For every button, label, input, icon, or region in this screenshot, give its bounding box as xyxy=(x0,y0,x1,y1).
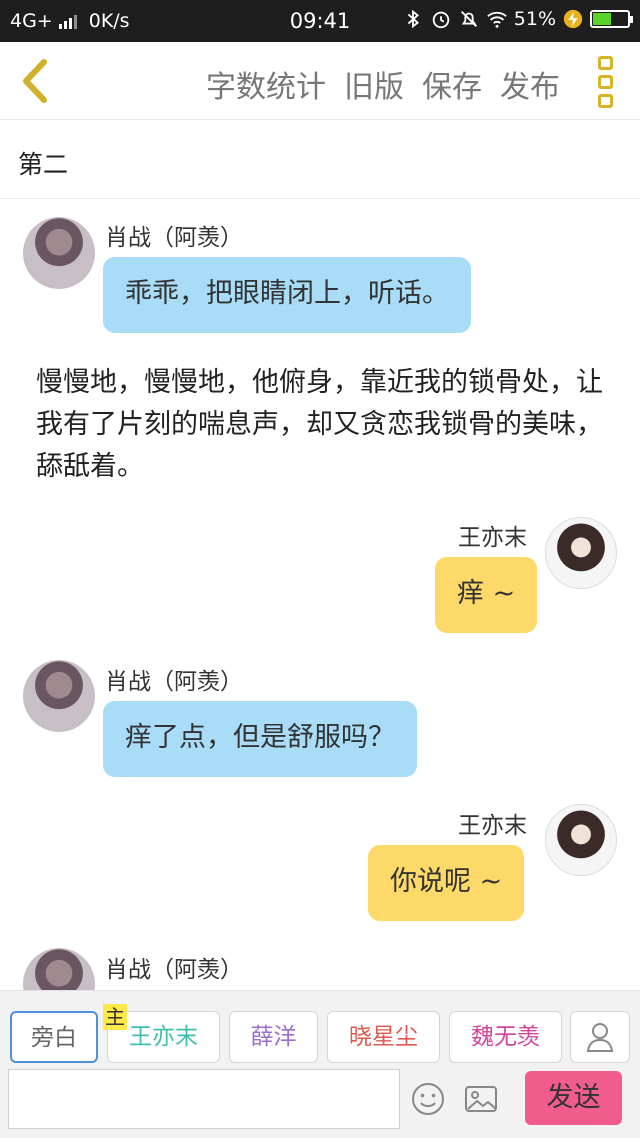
composer-bar: 旁白 王亦末 主 薛洋 晓星尘 魏无羡 发送 xyxy=(0,990,640,1138)
avatar[interactable] xyxy=(545,804,617,876)
save-button[interactable]: 保存 xyxy=(422,62,482,106)
bluetooth-icon xyxy=(407,9,419,29)
role-chip-narrator[interactable]: 旁白 xyxy=(10,1011,98,1063)
person-icon xyxy=(586,1023,614,1052)
message-bubble[interactable]: 乖乖，把眼睛闭上，听话。 xyxy=(103,257,471,333)
avatar[interactable] xyxy=(23,217,95,289)
main-role-badge: 主 xyxy=(103,1004,127,1030)
more-vertical-icon[interactable] xyxy=(598,56,616,108)
role-chip-xueyang[interactable]: 薛洋 xyxy=(229,1011,318,1063)
send-button[interactable]: 发送 xyxy=(525,1071,622,1125)
message-input[interactable] xyxy=(8,1069,400,1129)
battery-icon xyxy=(590,10,633,28)
speaker-name: 王亦末 xyxy=(458,813,527,839)
avatar[interactable] xyxy=(23,948,95,990)
charging-icon xyxy=(563,9,583,29)
chapter-title[interactable]: 第二 xyxy=(18,145,68,181)
role-chip-label: 魏无羡 xyxy=(471,1024,540,1050)
add-role-button[interactable] xyxy=(570,1011,630,1063)
role-chip-xiaoxingchen[interactable]: 晓星尘 xyxy=(327,1011,440,1063)
avatar[interactable] xyxy=(23,660,95,732)
status-bar: 4G+ 0K/s 09:41 51% xyxy=(0,0,640,42)
battery-percent: 51% xyxy=(513,8,556,30)
role-chip-weiwuxian[interactable]: 魏无羡 xyxy=(449,1011,562,1063)
wifi-icon xyxy=(486,11,507,28)
chapter-title-row[interactable]: 第二 xyxy=(0,121,640,199)
alarm-icon xyxy=(432,11,450,29)
narration-text[interactable]: 慢慢地，慢慢地，他俯身，靠近我的锁骨处，让我有了片刻的喘息声，却又贪恋我锁骨的美… xyxy=(36,362,606,488)
chevron-left-icon[interactable] xyxy=(14,56,54,106)
mute-icon xyxy=(460,11,477,27)
role-chip-label: 薛洋 xyxy=(250,1024,297,1050)
speaker-name: 王亦末 xyxy=(458,525,527,551)
chat-area[interactable]: 肖战（阿羡） 乖乖，把眼睛闭上，听话。 慢慢地，慢慢地，他俯身，靠近我的锁骨处，… xyxy=(0,200,640,990)
speaker-name: 肖战（阿羡） xyxy=(105,225,243,251)
speaker-name: 肖战（阿羡） xyxy=(105,957,243,983)
avatar[interactable] xyxy=(545,517,617,589)
role-chip-label: 旁白 xyxy=(31,1025,77,1051)
publish-button[interactable]: 发布 xyxy=(500,62,560,106)
role-chip-label: 王亦末 xyxy=(129,1024,198,1050)
message-bubble[interactable]: 你说呢 ~ xyxy=(368,845,525,921)
message-bubble[interactable]: 痒了点，但是舒服吗？ xyxy=(103,701,417,777)
role-chip-label: 晓星尘 xyxy=(349,1024,418,1050)
speaker-name: 肖战（阿羡） xyxy=(105,669,243,695)
editor-toolbar: 字数统计 旧版 保存 发布 xyxy=(0,42,640,120)
emoji-icon[interactable] xyxy=(410,1081,446,1117)
word-count-button[interactable]: 字数统计 xyxy=(206,62,326,106)
image-icon[interactable] xyxy=(463,1081,499,1117)
message-bubble[interactable]: 痒 ~ xyxy=(435,557,538,633)
old-version-button[interactable]: 旧版 xyxy=(344,62,404,106)
